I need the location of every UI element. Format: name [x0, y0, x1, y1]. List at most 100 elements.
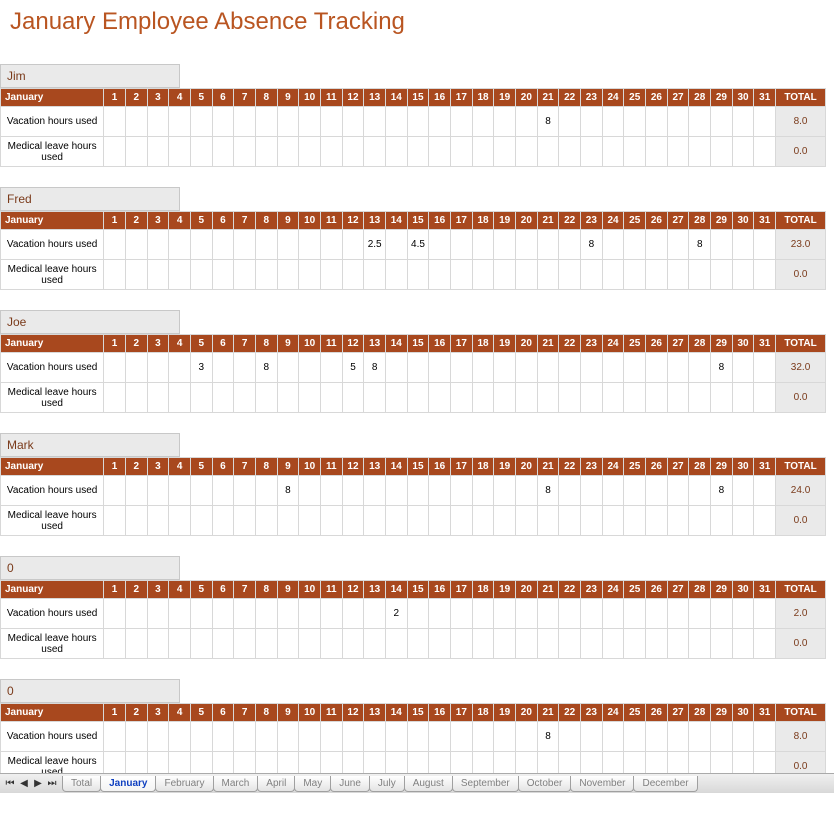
medical-cell[interactable]: [646, 506, 668, 536]
vacation-cell[interactable]: 8: [711, 353, 733, 383]
medical-cell[interactable]: [581, 629, 603, 659]
vacation-cell[interactable]: [364, 476, 386, 506]
medical-cell[interactable]: [385, 137, 407, 167]
medical-cell[interactable]: [559, 383, 581, 413]
vacation-cell[interactable]: [624, 107, 646, 137]
vacation-cell[interactable]: 3: [190, 353, 212, 383]
vacation-cell[interactable]: [667, 722, 689, 752]
medical-cell[interactable]: [299, 629, 321, 659]
vacation-cell[interactable]: [516, 599, 538, 629]
vacation-cell[interactable]: [451, 353, 473, 383]
vacation-cell[interactable]: [212, 476, 234, 506]
medical-cell[interactable]: [624, 260, 646, 290]
vacation-cell[interactable]: [602, 476, 624, 506]
medical-cell[interactable]: [277, 629, 299, 659]
medical-cell[interactable]: [255, 383, 277, 413]
medical-cell[interactable]: [147, 260, 169, 290]
medical-cell[interactable]: [190, 383, 212, 413]
medical-cell[interactable]: [494, 260, 516, 290]
medical-cell[interactable]: [125, 383, 147, 413]
vacation-cell[interactable]: [299, 353, 321, 383]
tab-nav-next-icon[interactable]: ▶: [32, 778, 44, 790]
sheet-tab-total[interactable]: Total: [62, 776, 101, 792]
vacation-cell[interactable]: [559, 353, 581, 383]
medical-cell[interactable]: [667, 506, 689, 536]
medical-cell[interactable]: [342, 383, 364, 413]
vacation-cell[interactable]: 5: [342, 353, 364, 383]
medical-cell[interactable]: [667, 137, 689, 167]
vacation-cell[interactable]: [234, 230, 256, 260]
medical-cell[interactable]: [754, 506, 776, 536]
vacation-cell[interactable]: [234, 599, 256, 629]
medical-cell[interactable]: [451, 260, 473, 290]
medical-cell[interactable]: [364, 260, 386, 290]
medical-cell[interactable]: [364, 629, 386, 659]
medical-cell[interactable]: [342, 506, 364, 536]
vacation-cell[interactable]: [732, 599, 754, 629]
medical-cell[interactable]: [732, 260, 754, 290]
vacation-cell[interactable]: [667, 599, 689, 629]
medical-cell[interactable]: [602, 260, 624, 290]
vacation-cell[interactable]: [689, 599, 711, 629]
vacation-cell[interactable]: [689, 353, 711, 383]
vacation-cell[interactable]: [104, 107, 126, 137]
medical-cell[interactable]: [494, 506, 516, 536]
vacation-cell[interactable]: [537, 599, 559, 629]
medical-cell[interactable]: [104, 137, 126, 167]
medical-cell[interactable]: [255, 260, 277, 290]
medical-cell[interactable]: [624, 506, 646, 536]
medical-cell[interactable]: [255, 629, 277, 659]
medical-cell[interactable]: [104, 260, 126, 290]
medical-cell[interactable]: [212, 383, 234, 413]
medical-cell[interactable]: [516, 506, 538, 536]
vacation-cell[interactable]: [407, 599, 429, 629]
medical-cell[interactable]: [472, 137, 494, 167]
vacation-cell[interactable]: [320, 476, 342, 506]
vacation-cell[interactable]: [754, 476, 776, 506]
medical-cell[interactable]: [125, 506, 147, 536]
vacation-cell[interactable]: [407, 476, 429, 506]
vacation-cell[interactable]: [646, 230, 668, 260]
vacation-cell[interactable]: [451, 722, 473, 752]
medical-cell[interactable]: [451, 137, 473, 167]
vacation-cell[interactable]: [385, 230, 407, 260]
vacation-cell[interactable]: [364, 599, 386, 629]
vacation-cell[interactable]: [581, 353, 603, 383]
medical-cell[interactable]: [624, 383, 646, 413]
vacation-cell[interactable]: [169, 230, 191, 260]
vacation-cell[interactable]: [104, 230, 126, 260]
vacation-cell[interactable]: [689, 722, 711, 752]
medical-cell[interactable]: [190, 629, 212, 659]
vacation-cell[interactable]: 8: [255, 353, 277, 383]
sheet-tab-march[interactable]: March: [213, 776, 259, 792]
vacation-cell[interactable]: [190, 230, 212, 260]
vacation-cell[interactable]: [169, 722, 191, 752]
medical-cell[interactable]: [429, 260, 451, 290]
medical-cell[interactable]: [364, 383, 386, 413]
medical-cell[interactable]: [364, 506, 386, 536]
medical-cell[interactable]: [754, 260, 776, 290]
vacation-cell[interactable]: [234, 476, 256, 506]
vacation-cell[interactable]: 8: [537, 476, 559, 506]
medical-cell[interactable]: [581, 383, 603, 413]
vacation-cell[interactable]: [104, 476, 126, 506]
vacation-cell[interactable]: [711, 599, 733, 629]
medical-cell[interactable]: [689, 383, 711, 413]
medical-cell[interactable]: [451, 629, 473, 659]
medical-cell[interactable]: [472, 629, 494, 659]
vacation-cell[interactable]: [559, 107, 581, 137]
sheet-tab-august[interactable]: August: [404, 776, 453, 792]
medical-cell[interactable]: [602, 383, 624, 413]
vacation-cell[interactable]: [364, 722, 386, 752]
vacation-cell[interactable]: [212, 353, 234, 383]
medical-cell[interactable]: [602, 506, 624, 536]
medical-cell[interactable]: [472, 383, 494, 413]
medical-cell[interactable]: [299, 260, 321, 290]
vacation-cell[interactable]: [602, 353, 624, 383]
medical-cell[interactable]: [364, 137, 386, 167]
medical-cell[interactable]: [689, 629, 711, 659]
medical-cell[interactable]: [537, 383, 559, 413]
tab-nav-last-icon[interactable]: ⏭: [46, 778, 58, 790]
vacation-cell[interactable]: [299, 599, 321, 629]
vacation-cell[interactable]: [169, 599, 191, 629]
